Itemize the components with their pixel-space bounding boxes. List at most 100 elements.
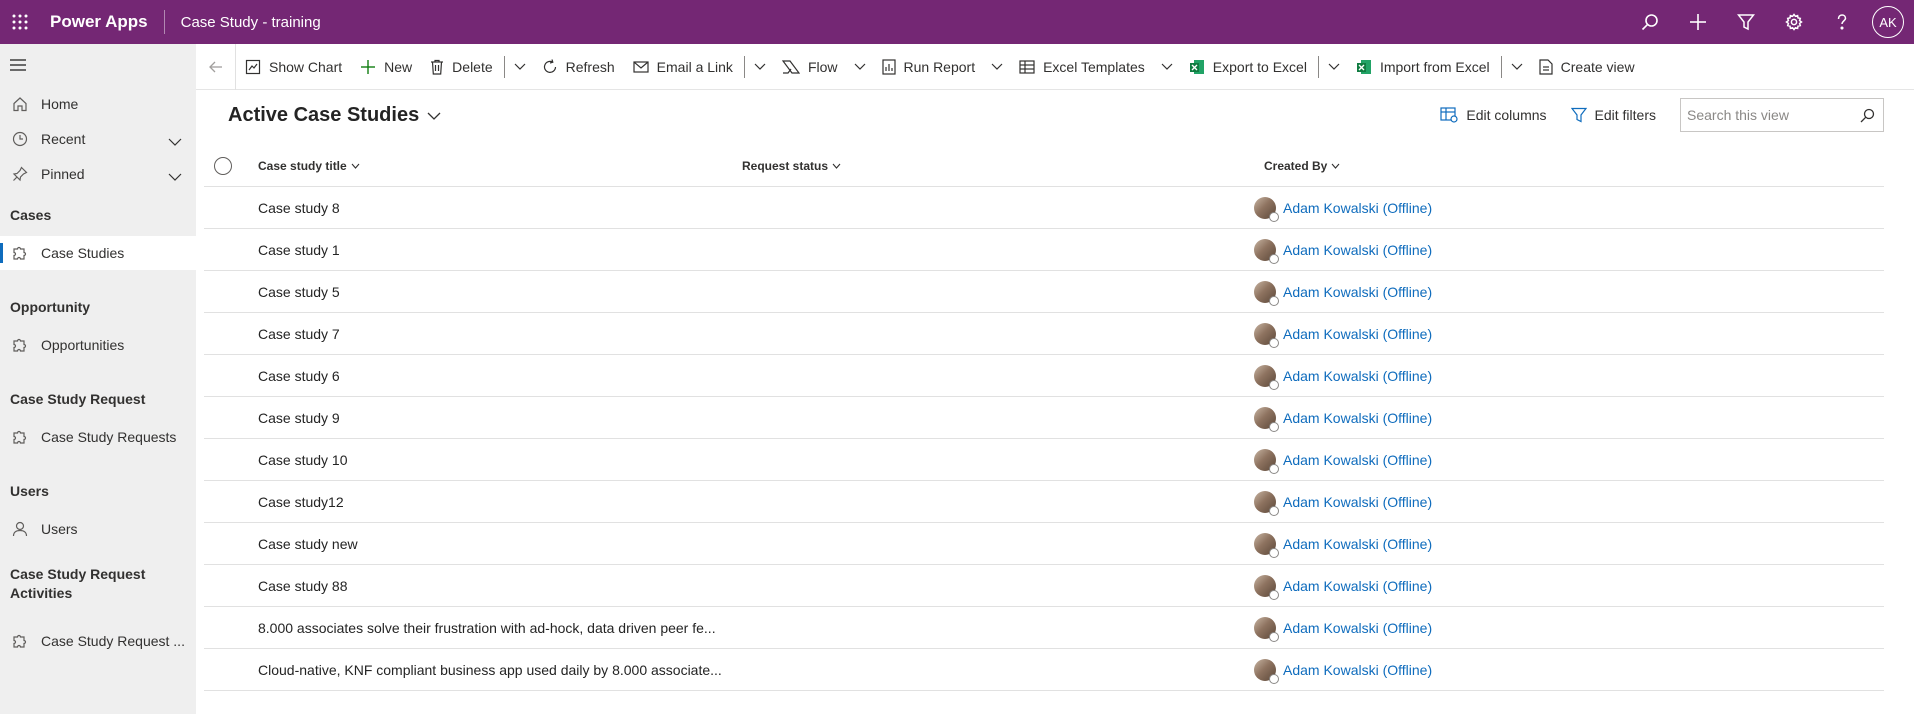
created-by-link[interactable]: Adam Kowalski (Offline) [1283,200,1432,216]
sidebar-item-case-study-request-activities[interactable]: Case Study Request ... [0,624,196,658]
hamburger-menu-icon[interactable] [10,58,26,75]
table-row[interactable]: Case study new Adam Kowalski (Offline) [204,523,1884,565]
table-row[interactable]: Case study 5 Adam Kowalski (Offline) [204,271,1884,313]
created-by-link[interactable]: Adam Kowalski (Offline) [1283,452,1432,468]
create-view-button[interactable]: Create view [1530,44,1644,90]
select-all-checkbox[interactable] [214,157,232,175]
chevron-down-icon[interactable] [168,168,182,184]
search-icon[interactable] [1626,0,1674,44]
app-launcher-icon[interactable] [0,0,40,44]
sidebar-item-pinned[interactable]: Pinned [0,157,196,191]
case-study-title[interactable]: Case study 88 [258,565,348,607]
sidebar-item-home[interactable]: Home [0,87,196,121]
case-study-title[interactable]: Case study12 [258,481,344,523]
help-icon[interactable] [1818,0,1866,44]
back-arrow-icon[interactable] [196,43,236,90]
case-study-title[interactable]: Case study new [258,523,358,565]
column-header-request-status[interactable]: Request status [742,145,841,187]
table-row[interactable]: Case study 88 Adam Kowalski (Offline) [204,565,1884,607]
created-by-cell: Adam Kowalski (Offline) [1254,397,1432,439]
created-by-cell: Adam Kowalski (Offline) [1254,439,1432,481]
avatar [1254,281,1279,306]
case-study-title[interactable]: Case study 7 [258,313,340,355]
records-grid: Case study title Request status Created … [204,145,1884,691]
column-header-created-by[interactable]: Created By [1264,145,1340,187]
created-by-link[interactable]: Adam Kowalski (Offline) [1283,578,1432,594]
refresh-label: Refresh [565,58,615,75]
case-study-title[interactable]: Case study 5 [258,271,340,313]
delete-button[interactable]: Delete [421,44,501,90]
presence-offline-icon [1269,464,1279,474]
flow-button[interactable]: Flow [773,44,847,90]
chevron-down-icon[interactable] [847,44,873,90]
sidebar: Home Recent Pinned Cases Case Studies Op… [0,44,196,714]
app-name[interactable]: Power Apps [50,12,148,32]
created-by-link[interactable]: Adam Kowalski (Offline) [1283,242,1432,258]
column-header-title[interactable]: Case study title [258,145,360,187]
plus-icon[interactable] [1674,0,1722,44]
case-study-title[interactable]: Cloud-native, KNF compliant business app… [258,649,722,691]
case-study-title[interactable]: Case study 6 [258,355,340,397]
sidebar-item-case-study-requests[interactable]: Case Study Requests [0,420,196,454]
created-by-link[interactable]: Adam Kowalski (Offline) [1283,662,1432,678]
user-avatar[interactable]: AK [1872,6,1904,38]
run-report-button[interactable]: Run Report [873,44,985,90]
sidebar-group-title: Cases [10,207,52,223]
table-row[interactable]: Cloud-native, KNF compliant business app… [204,649,1884,691]
chevron-down-icon[interactable] [1504,44,1530,90]
sidebar-item-opportunities[interactable]: Opportunities [0,328,196,362]
case-study-title[interactable]: Case study 8 [258,187,340,229]
chevron-down-icon[interactable] [747,44,773,90]
new-button[interactable]: New [351,44,421,90]
refresh-button[interactable]: Refresh [533,44,624,90]
table-row[interactable]: Case study 10 Adam Kowalski (Offline) [204,439,1884,481]
email-link-button[interactable]: Email a Link [624,44,742,90]
export-excel-button[interactable]: Export to Excel [1180,44,1316,90]
settings-icon[interactable] [1770,0,1818,44]
grid-header: Case study title Request status Created … [204,145,1884,187]
created-by-link[interactable]: Adam Kowalski (Offline) [1283,326,1432,342]
sidebar-item-users[interactable]: Users [0,512,196,546]
show-chart-button[interactable]: Show Chart [236,44,351,90]
table-row[interactable]: Case study 8 Adam Kowalski (Offline) [204,187,1884,229]
table-row[interactable]: Case study 7 Adam Kowalski (Offline) [204,313,1884,355]
case-study-title[interactable]: 8.000 associates solve their frustration… [258,607,716,649]
created-by-link[interactable]: Adam Kowalski (Offline) [1283,410,1432,426]
case-study-title[interactable]: Case study 10 [258,439,348,481]
sidebar-item-recent[interactable]: Recent [0,122,196,156]
table-row[interactable]: Case study 1 Adam Kowalski (Offline) [204,229,1884,271]
chevron-down-icon[interactable] [1154,44,1180,90]
import-excel-button[interactable]: Import from Excel [1347,44,1499,90]
presence-offline-icon [1269,548,1279,558]
created-by-link[interactable]: Adam Kowalski (Offline) [1283,494,1432,510]
created-by-link[interactable]: Adam Kowalski (Offline) [1283,284,1432,300]
sidebar-group-title: Case Study Request Activities [10,566,146,601]
table-row[interactable]: 8.000 associates solve their frustration… [204,607,1884,649]
chevron-down-icon[interactable] [168,133,182,149]
filter-icon[interactable] [1722,0,1770,44]
chevron-down-icon[interactable] [507,44,533,90]
created-by-link[interactable]: Adam Kowalski (Offline) [1283,536,1432,552]
excel-templates-button[interactable]: Excel Templates [1010,44,1154,90]
environment-name[interactable]: Case Study - training [181,14,321,31]
table-icon [1019,59,1035,74]
sidebar-group-title: Users [10,483,49,499]
flow-icon [781,59,800,74]
column-header-label: Created By [1264,159,1328,173]
table-row[interactable]: Case study 9 Adam Kowalski (Offline) [204,397,1884,439]
table-row[interactable]: Case study12 Adam Kowalski (Offline) [204,481,1884,523]
table-row[interactable]: Case study 6 Adam Kowalski (Offline) [204,355,1884,397]
view-selector[interactable]: Active Case Studies [228,104,441,127]
case-study-title[interactable]: Case study 1 [258,229,340,271]
column-header-label: Case study title [258,159,347,173]
sidebar-item-case-studies[interactable]: Case Studies [0,236,196,270]
chevron-down-icon[interactable] [984,44,1010,90]
created-by-link[interactable]: Adam Kowalski (Offline) [1283,620,1432,636]
search-view-input[interactable] [1687,107,1847,123]
chart-icon [245,59,261,74]
case-study-title[interactable]: Case study 9 [258,397,340,439]
edit-filters-button[interactable]: Edit filters [1570,107,1656,123]
chevron-down-icon[interactable] [1321,44,1347,90]
edit-columns-button[interactable]: Edit columns [1440,107,1547,123]
created-by-link[interactable]: Adam Kowalski (Offline) [1283,368,1432,384]
